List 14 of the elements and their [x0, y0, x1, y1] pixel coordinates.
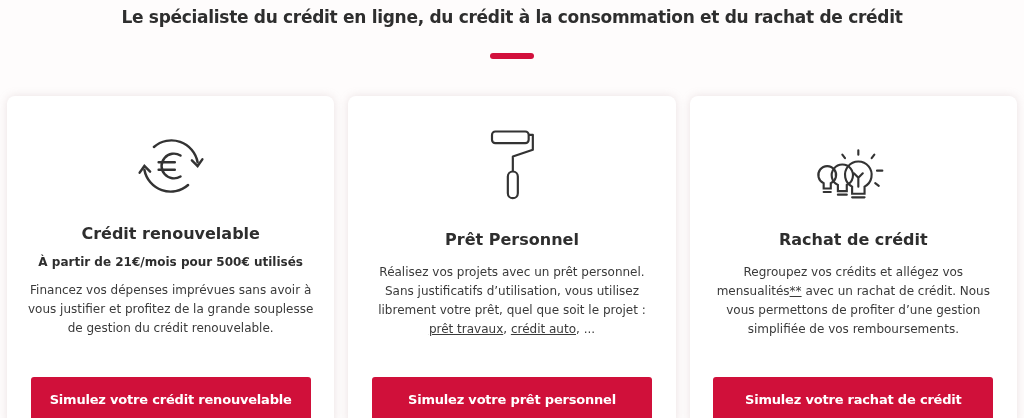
card-description: Réalisez vos projets avec un prêt personnel. Sans justificatifs d’utilisation, vous utilisez librement votre prêt, quel que soit le projet : prêt travaux, crédit auto, ...	[377, 264, 647, 338]
price-text: À partir de 21€/mois pour 500€ utilisés	[38, 255, 303, 269]
text-link[interactable]: **	[789, 284, 802, 298]
simulate-button[interactable]: Simulez votre crédit renouvelable	[30, 377, 311, 418]
accent-bar	[490, 53, 534, 59]
text-link[interactable]: crédit auto	[510, 322, 576, 336]
simulate-button[interactable]: Simulez votre rachat de crédit	[713, 377, 994, 418]
card-title: Prêt Personnel	[445, 230, 579, 249]
section-heading: Le spécialiste du crédit en ligne, du crédit à la consommation et du rachat de crédit	[121, 7, 903, 27]
card-title: Crédit renouvelable	[81, 224, 260, 243]
card-description: Financez vos dépenses imprévues sans avoir à vous justifier et profitez de la grande souplesse de gestion du crédit renouvelable.	[26, 282, 315, 337]
card-title: Rachat de crédit	[778, 230, 928, 249]
card-description: Regroupez vos crédits et allégez vos mensualités** avec un rachat de crédit. Nous vous permettons de profiter d’une gestion simplifiée de vos remboursements.	[715, 264, 991, 338]
simulate-button[interactable]: Simulez votre prêt personnel	[372, 377, 652, 418]
